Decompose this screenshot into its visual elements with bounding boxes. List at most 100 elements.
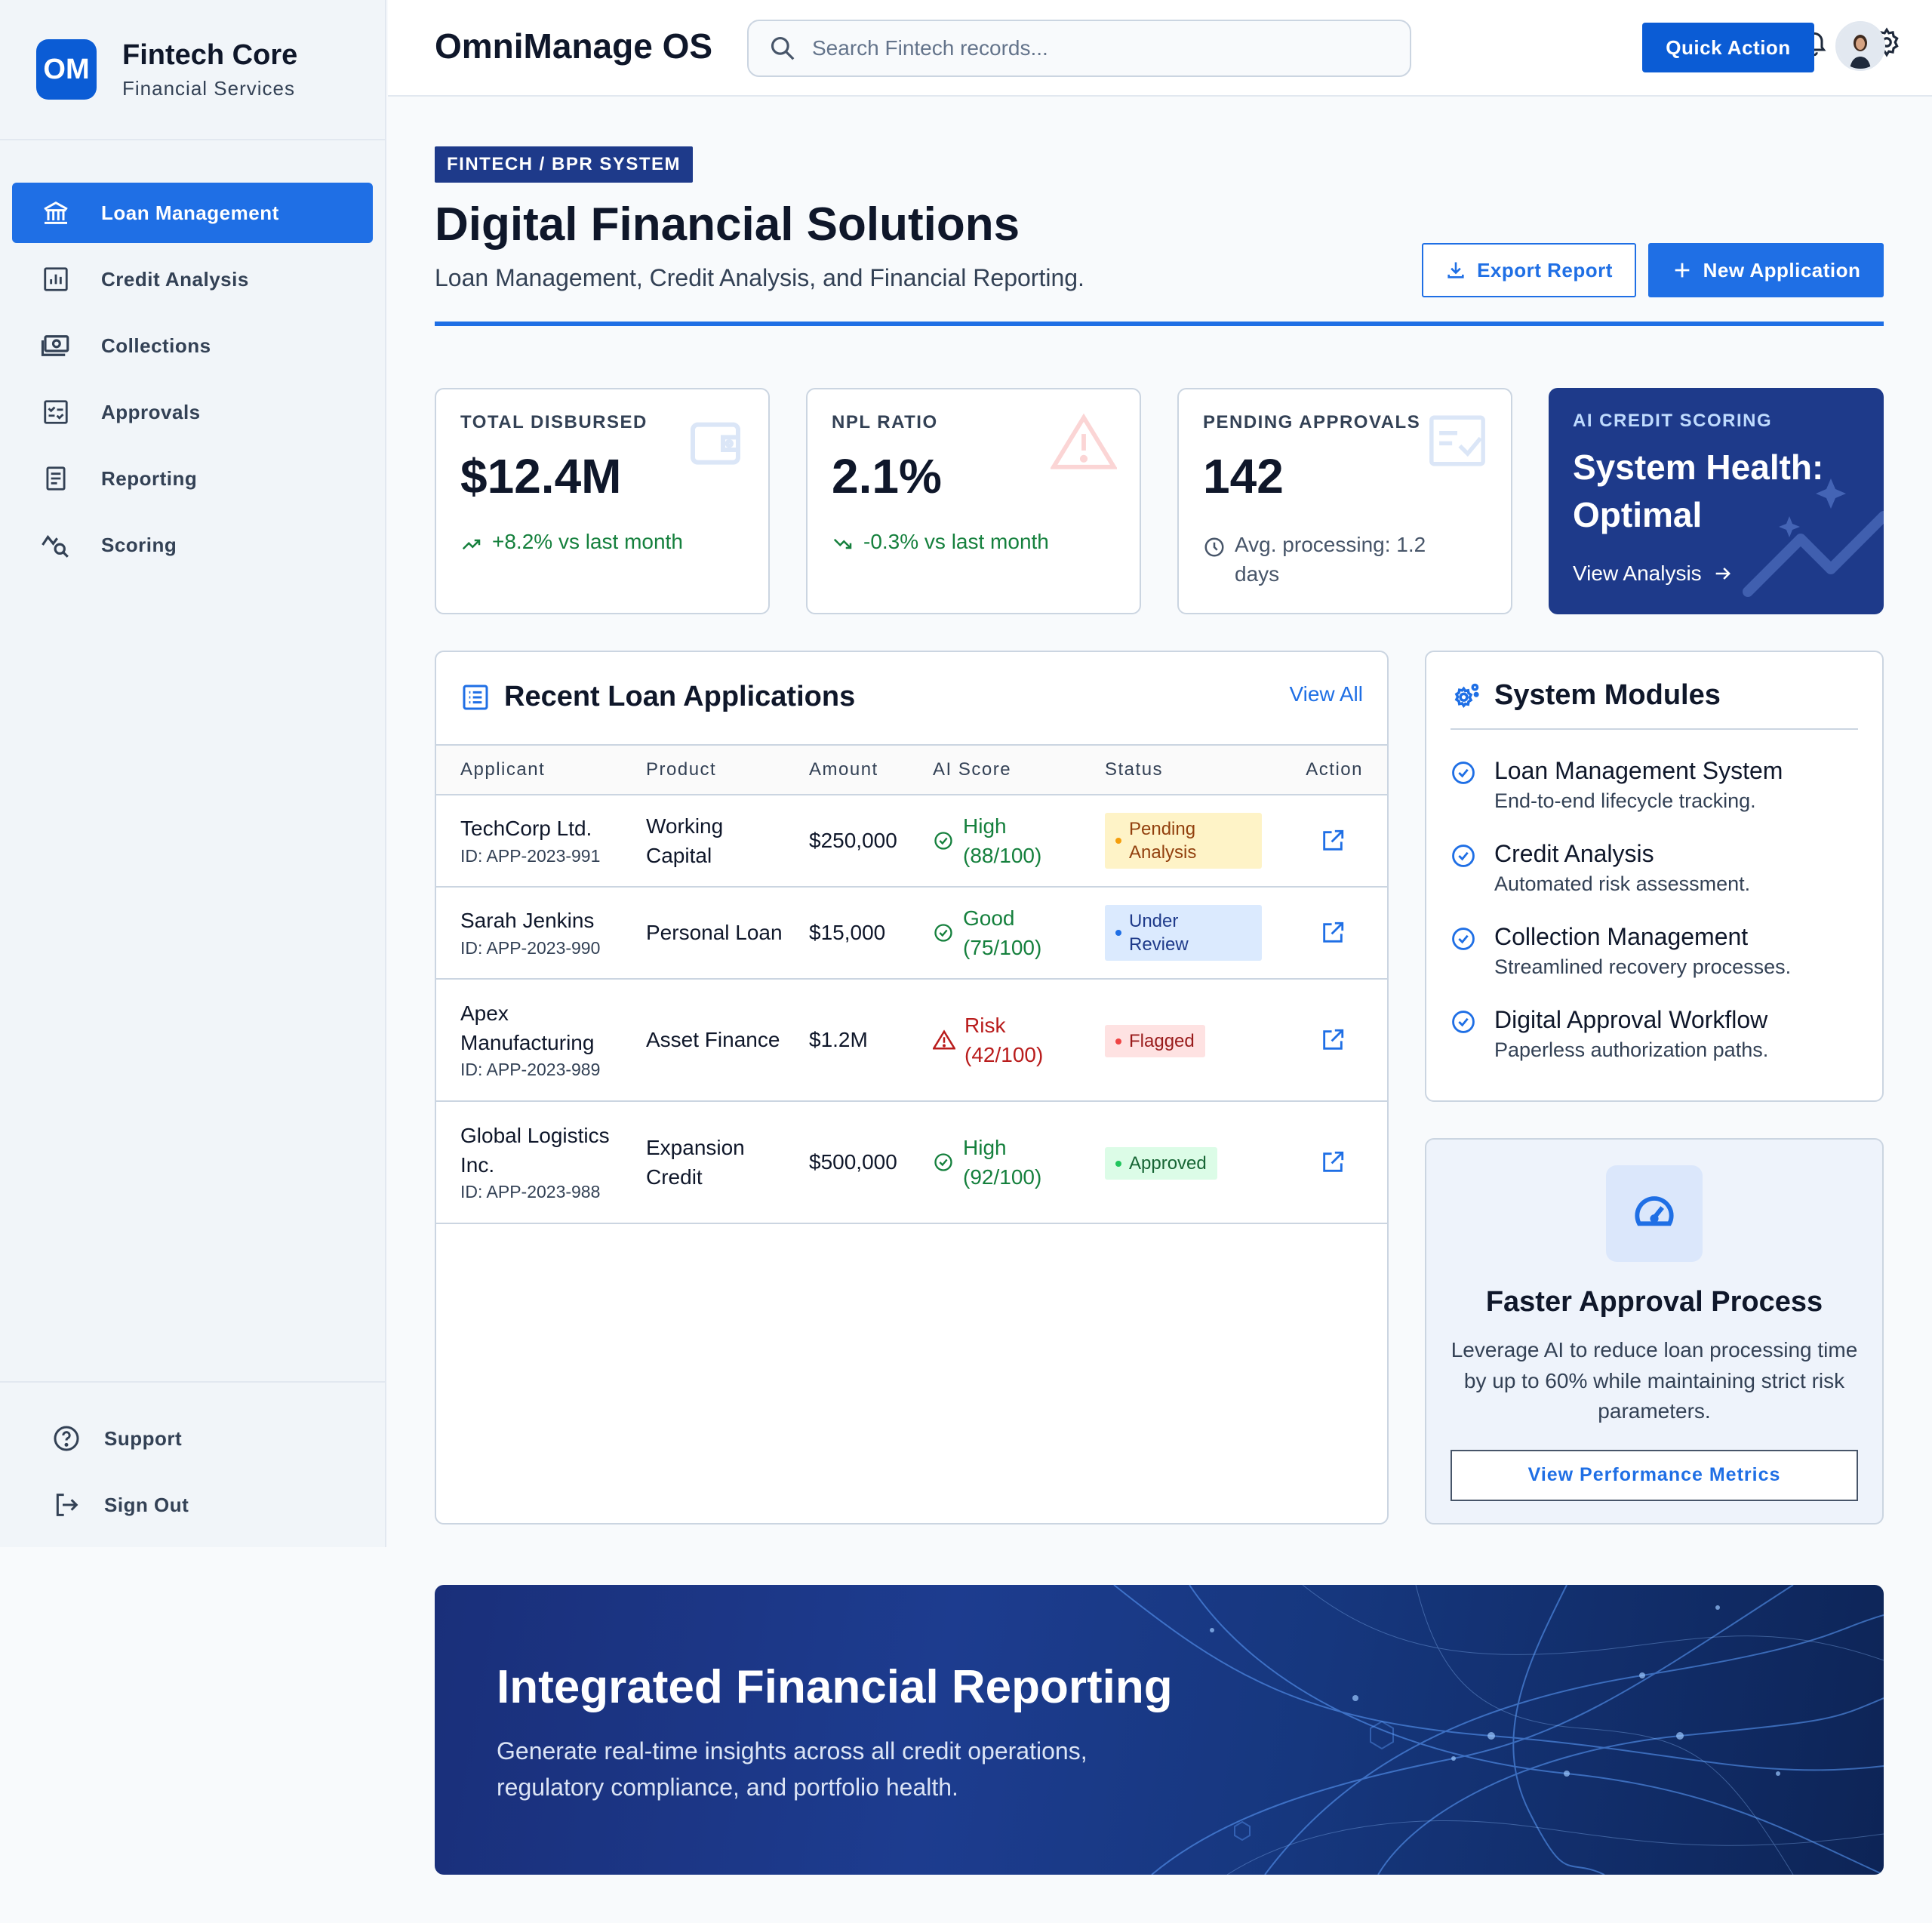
module-description: End-to-end lifecycle tracking. <box>1494 789 1756 812</box>
loans-table: Applicant Product Amount AI Score Status… <box>436 744 1387 1224</box>
amount-cell: $250,000 <box>801 795 925 888</box>
sidebar-item-label: Scoring <box>101 533 177 556</box>
clock-icon <box>1203 530 1226 558</box>
view-all-link[interactable]: View All <box>1289 682 1363 706</box>
open-external-icon[interactable] <box>1286 828 1380 854</box>
support-link[interactable]: Support <box>0 1408 385 1469</box>
cash-icon <box>39 329 72 362</box>
avatar[interactable] <box>1835 21 1885 71</box>
search-input[interactable] <box>812 36 1386 60</box>
table-row[interactable]: Global Logistics Inc. ID: APP-2023-988 Ex… <box>436 1101 1387 1224</box>
search-icon <box>768 34 797 63</box>
check-circle-icon <box>1451 923 1481 979</box>
check-circle-icon <box>933 922 954 943</box>
stat-trend: -0.3% vs last month <box>832 530 1049 555</box>
check-circle-icon <box>1451 757 1481 813</box>
view-analysis-label: View Analysis <box>1573 562 1702 585</box>
product-cell: Expansion Credit <box>638 1101 801 1224</box>
status-badge: Pending Analysis <box>1105 812 1262 869</box>
network-background-icon <box>1113 1585 1884 1875</box>
stat-trend-text: +8.2% vs last month <box>492 530 683 553</box>
top-bar: OmniManage OS Quick Action <box>388 0 1932 97</box>
status-dot <box>1115 930 1121 936</box>
panel-title: Recent Loan Applications <box>504 681 856 712</box>
panel-title: System Modules <box>1494 679 1721 711</box>
applicant-name: TechCorp Ltd. <box>460 817 592 841</box>
export-report-button[interactable]: Export Report <box>1422 243 1636 297</box>
column-header[interactable]: AI Score <box>925 744 1097 795</box>
search-box[interactable] <box>747 20 1411 77</box>
sidebar-item-label: Collections <box>101 334 211 357</box>
module-name: Collection Management <box>1494 923 1749 950</box>
download-icon <box>1445 260 1466 281</box>
quick-action-button[interactable]: Quick Action <box>1642 23 1814 72</box>
sidebar-item-loan-management[interactable]: Loan Management <box>12 183 373 243</box>
brand-subtitle: Financial Services <box>122 77 295 100</box>
logout-icon <box>50 1488 83 1521</box>
product-cell: Personal Loan <box>638 887 801 980</box>
ai-score: High (92/100) <box>933 1133 1090 1192</box>
sign-out-link[interactable]: Sign Out <box>0 1475 385 1535</box>
applicant-id: ID: APP-2023-990 <box>460 937 601 958</box>
ai-score-text: Risk (42/100) <box>964 1013 1044 1066</box>
view-performance-metrics-button[interactable]: View Performance Metrics <box>1451 1449 1858 1501</box>
table-row[interactable]: TechCorp Ltd. ID: APP-2023-991 Working Ca… <box>436 795 1387 888</box>
sidebar: OM Fintech Core Financial Services Loan … <box>0 0 386 1547</box>
applicant-id: ID: APP-2023-991 <box>460 845 601 866</box>
applicant-id: ID: APP-2023-989 <box>460 1060 601 1080</box>
module-item: Collection Management Streamlined recover… <box>1451 923 1858 979</box>
module-name: Digital Approval Workflow <box>1494 1006 1768 1033</box>
check-circle-icon <box>933 1152 954 1173</box>
open-external-icon[interactable] <box>1286 920 1380 946</box>
sidebar-item-label: Credit Analysis <box>101 267 249 291</box>
ai-score-text: High (92/100) <box>963 1135 1042 1189</box>
checklist-icon <box>1426 412 1488 469</box>
sidebar-item-collections[interactable]: Collections <box>12 315 373 376</box>
brand-title: Fintech Core <box>122 38 298 71</box>
column-header[interactable]: Applicant <box>436 744 638 795</box>
status-dot <box>1115 838 1121 844</box>
brand: OM Fintech Core Financial Services <box>0 0 385 140</box>
trend-down-icon <box>832 530 854 555</box>
sidebar-item-reporting[interactable]: Reporting <box>12 448 373 509</box>
column-header[interactable]: Status <box>1097 744 1278 795</box>
sidebar-item-approvals[interactable]: Approvals <box>12 382 373 442</box>
trend-search-icon <box>39 528 72 562</box>
open-external-icon[interactable] <box>1286 1027 1380 1053</box>
column-header[interactable]: Amount <box>801 744 925 795</box>
arrow-right-icon <box>1712 563 1734 584</box>
list-icon <box>460 682 491 712</box>
table-row[interactable]: Sarah Jenkins ID: APP-2023-990 Personal L… <box>436 887 1387 980</box>
amount-cell: $1.2M <box>801 979 925 1102</box>
faster-approval-card: Faster Approval Process Leverage AI to r… <box>1425 1138 1884 1525</box>
module-item: Loan Management System End-to-end lifecyc… <box>1451 757 1858 813</box>
sidebar-item-credit-analysis[interactable]: Credit Analysis <box>12 249 373 309</box>
column-header[interactable]: Product <box>638 744 801 795</box>
sidebar-item-scoring[interactable]: Scoring <box>12 515 373 575</box>
new-application-button[interactable]: New Application <box>1648 243 1884 297</box>
heading-divider <box>435 322 1884 326</box>
recent-loan-applications: Recent Loan Applications View All Applic… <box>435 651 1389 1525</box>
stat-total-disbursed: TOTAL DISBURSED $12.4M +8.2% vs last mon… <box>435 388 770 614</box>
table-row[interactable]: Apex Manufacturing ID: APP-2023-989 Asset… <box>436 979 1387 1102</box>
help-icon <box>50 1422 83 1455</box>
open-external-icon[interactable] <box>1286 1149 1380 1175</box>
status-text: Flagged <box>1129 1031 1195 1052</box>
app-title: OmniManage OS <box>435 26 713 66</box>
ai-credit-scoring-card[interactable]: AI CREDIT SCORING System Health: Optimal… <box>1549 388 1884 614</box>
status-badge: Under Review <box>1105 904 1262 962</box>
sidebar-footer: Support Sign Out <box>0 1381 385 1541</box>
view-analysis-link[interactable]: View Analysis <box>1573 562 1734 586</box>
product-cell: Working Capital <box>638 795 801 888</box>
wallet-icon <box>685 412 746 472</box>
banner-title: Integrated Financial Reporting <box>497 1661 1173 1713</box>
sign-out-label: Sign Out <box>104 1493 189 1516</box>
module-name: Loan Management System <box>1494 757 1783 784</box>
system-modules: System Modules Loan Management System End… <box>1425 651 1884 1102</box>
document-icon <box>39 462 72 495</box>
applicant-name: Sarah Jenkins <box>460 909 595 933</box>
status-dot <box>1115 1038 1121 1045</box>
module-item: Credit Analysis Automated risk assessment… <box>1451 840 1858 896</box>
checklist-icon <box>39 395 72 429</box>
page-title: Digital Financial Solutions <box>435 198 1020 251</box>
